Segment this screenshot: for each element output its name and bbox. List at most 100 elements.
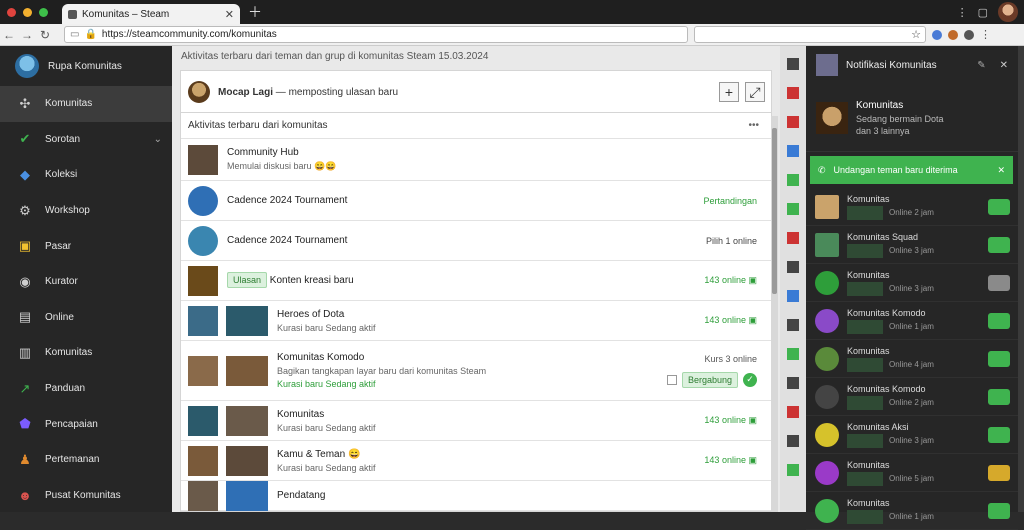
- thumbnail: [226, 355, 268, 386]
- tab-close-icon[interactable]: ✕: [225, 8, 234, 21]
- strip-icon[interactable]: [787, 174, 799, 186]
- sidebar-item[interactable]: ⬟ Pencapaian: [0, 406, 172, 442]
- strip-icon[interactable]: [787, 435, 799, 447]
- extension-icon[interactable]: [932, 29, 942, 40]
- notification-item[interactable]: Komunitas Komodo Online 1 jam: [806, 302, 1018, 340]
- notification-item[interactable]: Komunitas Online 5 jam: [806, 454, 1018, 492]
- menu-icon[interactable]: ⋮: [980, 28, 991, 41]
- back-icon[interactable]: ←: [0, 28, 18, 42]
- action-button[interactable]: [988, 274, 1010, 291]
- more-options-icon[interactable]: •••: [748, 120, 759, 131]
- avatar[interactable]: [998, 2, 1018, 22]
- sidebar-item[interactable]: ◆ Koleksi: [0, 157, 172, 193]
- join-button[interactable]: Bergabung: [681, 371, 738, 388]
- sidebar-item[interactable]: ✔ Sorotan ⌄: [0, 122, 172, 158]
- game-icon: [188, 265, 218, 296]
- list-item[interactable]: Kamu & Teman 😄 Kurasi baru Sedang aktif 14…: [181, 441, 771, 481]
- strip-icon[interactable]: [787, 232, 799, 244]
- minimize-window-icon[interactable]: [23, 7, 32, 17]
- sidebar-item[interactable]: ▤ Online: [0, 300, 172, 336]
- action-button[interactable]: [988, 236, 1010, 253]
- sidebar-item[interactable]: ▣ Pasar: [0, 228, 172, 264]
- list-item[interactable]: Cadence 2024 Tournament Pertandingan: [181, 181, 771, 221]
- list-item[interactable]: Komunitas Kurasi baru Sedang aktif 143 onl…: [181, 401, 771, 441]
- checkbox[interactable]: [666, 374, 677, 385]
- chevron-down-icon[interactable]: ⌄: [154, 134, 162, 145]
- close-icon[interactable]: ✕: [997, 165, 1005, 176]
- list-item[interactable]: Ulasan Konten kreasi baru 143 online ▣: [181, 261, 771, 301]
- restore-window-icon[interactable]: ▢: [978, 6, 988, 19]
- notification-item[interactable]: Komunitas Online 2 jam: [806, 188, 1018, 226]
- action-button[interactable]: [988, 426, 1010, 443]
- reload-icon[interactable]: ↻: [36, 28, 54, 42]
- new-tab-icon[interactable]: ＋: [248, 2, 262, 22]
- notification-item[interactable]: Komunitas Aksi Online 3 jam: [806, 416, 1018, 454]
- list-item[interactable]: Cadence 2024 Tournament Pilih 1 online: [181, 221, 771, 261]
- list-item[interactable]: Pendatang: [181, 480, 771, 511]
- expand-icon[interactable]: ⤢: [745, 82, 765, 102]
- strip-icon[interactable]: [787, 377, 799, 389]
- strip-icon[interactable]: [787, 290, 799, 302]
- strip-icon[interactable]: [787, 406, 799, 418]
- status-badge[interactable]: Ulasan: [227, 272, 268, 288]
- strip-icon[interactable]: [787, 145, 799, 157]
- thumbnail: [847, 205, 883, 220]
- item-subtitle: Online 2 jam: [889, 208, 934, 217]
- strip-icon[interactable]: [787, 348, 799, 360]
- strip-icon[interactable]: [787, 464, 799, 476]
- game-icon: [188, 144, 218, 175]
- notification-item[interactable]: Komunitas Komodo Online 2 jam: [806, 378, 1018, 416]
- action-button[interactable]: [988, 312, 1010, 329]
- strip-icon[interactable]: [787, 87, 799, 99]
- maximize-window-icon[interactable]: [39, 7, 48, 17]
- strip-icon[interactable]: [787, 261, 799, 273]
- scrollbar[interactable]: [1018, 46, 1024, 512]
- strip-icon[interactable]: [787, 116, 799, 128]
- chrome-menu-icon[interactable]: ⋮: [957, 6, 968, 19]
- close-window-icon[interactable]: [7, 7, 16, 17]
- sidebar-item[interactable]: ✣ Komunitas: [0, 86, 172, 122]
- url-field[interactable]: ▭ 🔒 https://steamcommunity.com/komunitas: [64, 26, 688, 43]
- sidebar-item[interactable]: ▥ Komunitas: [0, 335, 172, 371]
- action-button[interactable]: [988, 350, 1010, 367]
- item-subtitle: Online 3 jam: [889, 246, 934, 255]
- strip-icon[interactable]: [787, 319, 799, 331]
- notification-banner[interactable]: ✆ Undangan teman baru diterima ✕: [810, 156, 1013, 184]
- action-button[interactable]: [988, 198, 1010, 215]
- search-field[interactable]: ☆: [694, 26, 926, 43]
- avatar[interactable]: [188, 81, 210, 103]
- list-item[interactable]: Community Hub Memulai diskusi baru 😄😄: [181, 139, 771, 181]
- thumbnail: [847, 243, 883, 258]
- notification-item[interactable]: Komunitas Squad Online 3 jam: [806, 226, 1018, 264]
- list-item[interactable]: Heroes of Dota Kurasi baru Sedang aktif 14…: [181, 301, 771, 341]
- action-button[interactable]: [988, 502, 1010, 519]
- row-title: Community Hub: [227, 147, 299, 158]
- close-icon[interactable]: ✕: [1000, 60, 1008, 71]
- panel-user[interactable]: Komunitas Sedang bermain Dota dan 3 lain…: [806, 84, 1018, 152]
- strip-icon[interactable]: [787, 203, 799, 215]
- action-button[interactable]: [988, 388, 1010, 405]
- list-header: Aktivitas terbaru dari komunitas •••: [181, 113, 771, 139]
- strip-icon[interactable]: [787, 58, 799, 70]
- sidebar-profile[interactable]: Rupa Komunitas: [0, 46, 172, 86]
- bookmark-star-icon[interactable]: ☆: [911, 28, 921, 41]
- extension-icon[interactable]: [964, 29, 974, 40]
- edit-icon[interactable]: ✎: [977, 60, 985, 71]
- add-button[interactable]: +: [719, 82, 739, 102]
- forward-icon[interactable]: →: [18, 28, 36, 42]
- sidebar-item[interactable]: ⚙ Workshop: [0, 193, 172, 229]
- sidebar-item[interactable]: ↗ Panduan: [0, 371, 172, 407]
- notification-item[interactable]: Komunitas Online 1 jam: [806, 492, 1018, 530]
- sidebar-item[interactable]: ◉ Kurator: [0, 264, 172, 300]
- notification-item[interactable]: Komunitas Online 3 jam: [806, 264, 1018, 302]
- list-item[interactable]: Komunitas Komodo Bagikan tangkapan layar …: [181, 341, 771, 401]
- sidebar-item[interactable]: ♟ Pertemanan: [0, 442, 172, 478]
- browser-tab[interactable]: Komunitas – Steam ✕: [62, 4, 240, 24]
- notification-item[interactable]: Komunitas Online 4 jam: [806, 340, 1018, 378]
- sidebar-item[interactable]: ☻ Pusat Komunitas: [0, 478, 172, 514]
- extension-icon[interactable]: [948, 29, 958, 40]
- check-icon[interactable]: ✓: [743, 372, 757, 387]
- scrollbar-thumb[interactable]: [772, 128, 777, 294]
- post-author[interactable]: Mocap Lagi — memposting ulasan baru: [218, 87, 398, 98]
- action-button[interactable]: [988, 464, 1010, 481]
